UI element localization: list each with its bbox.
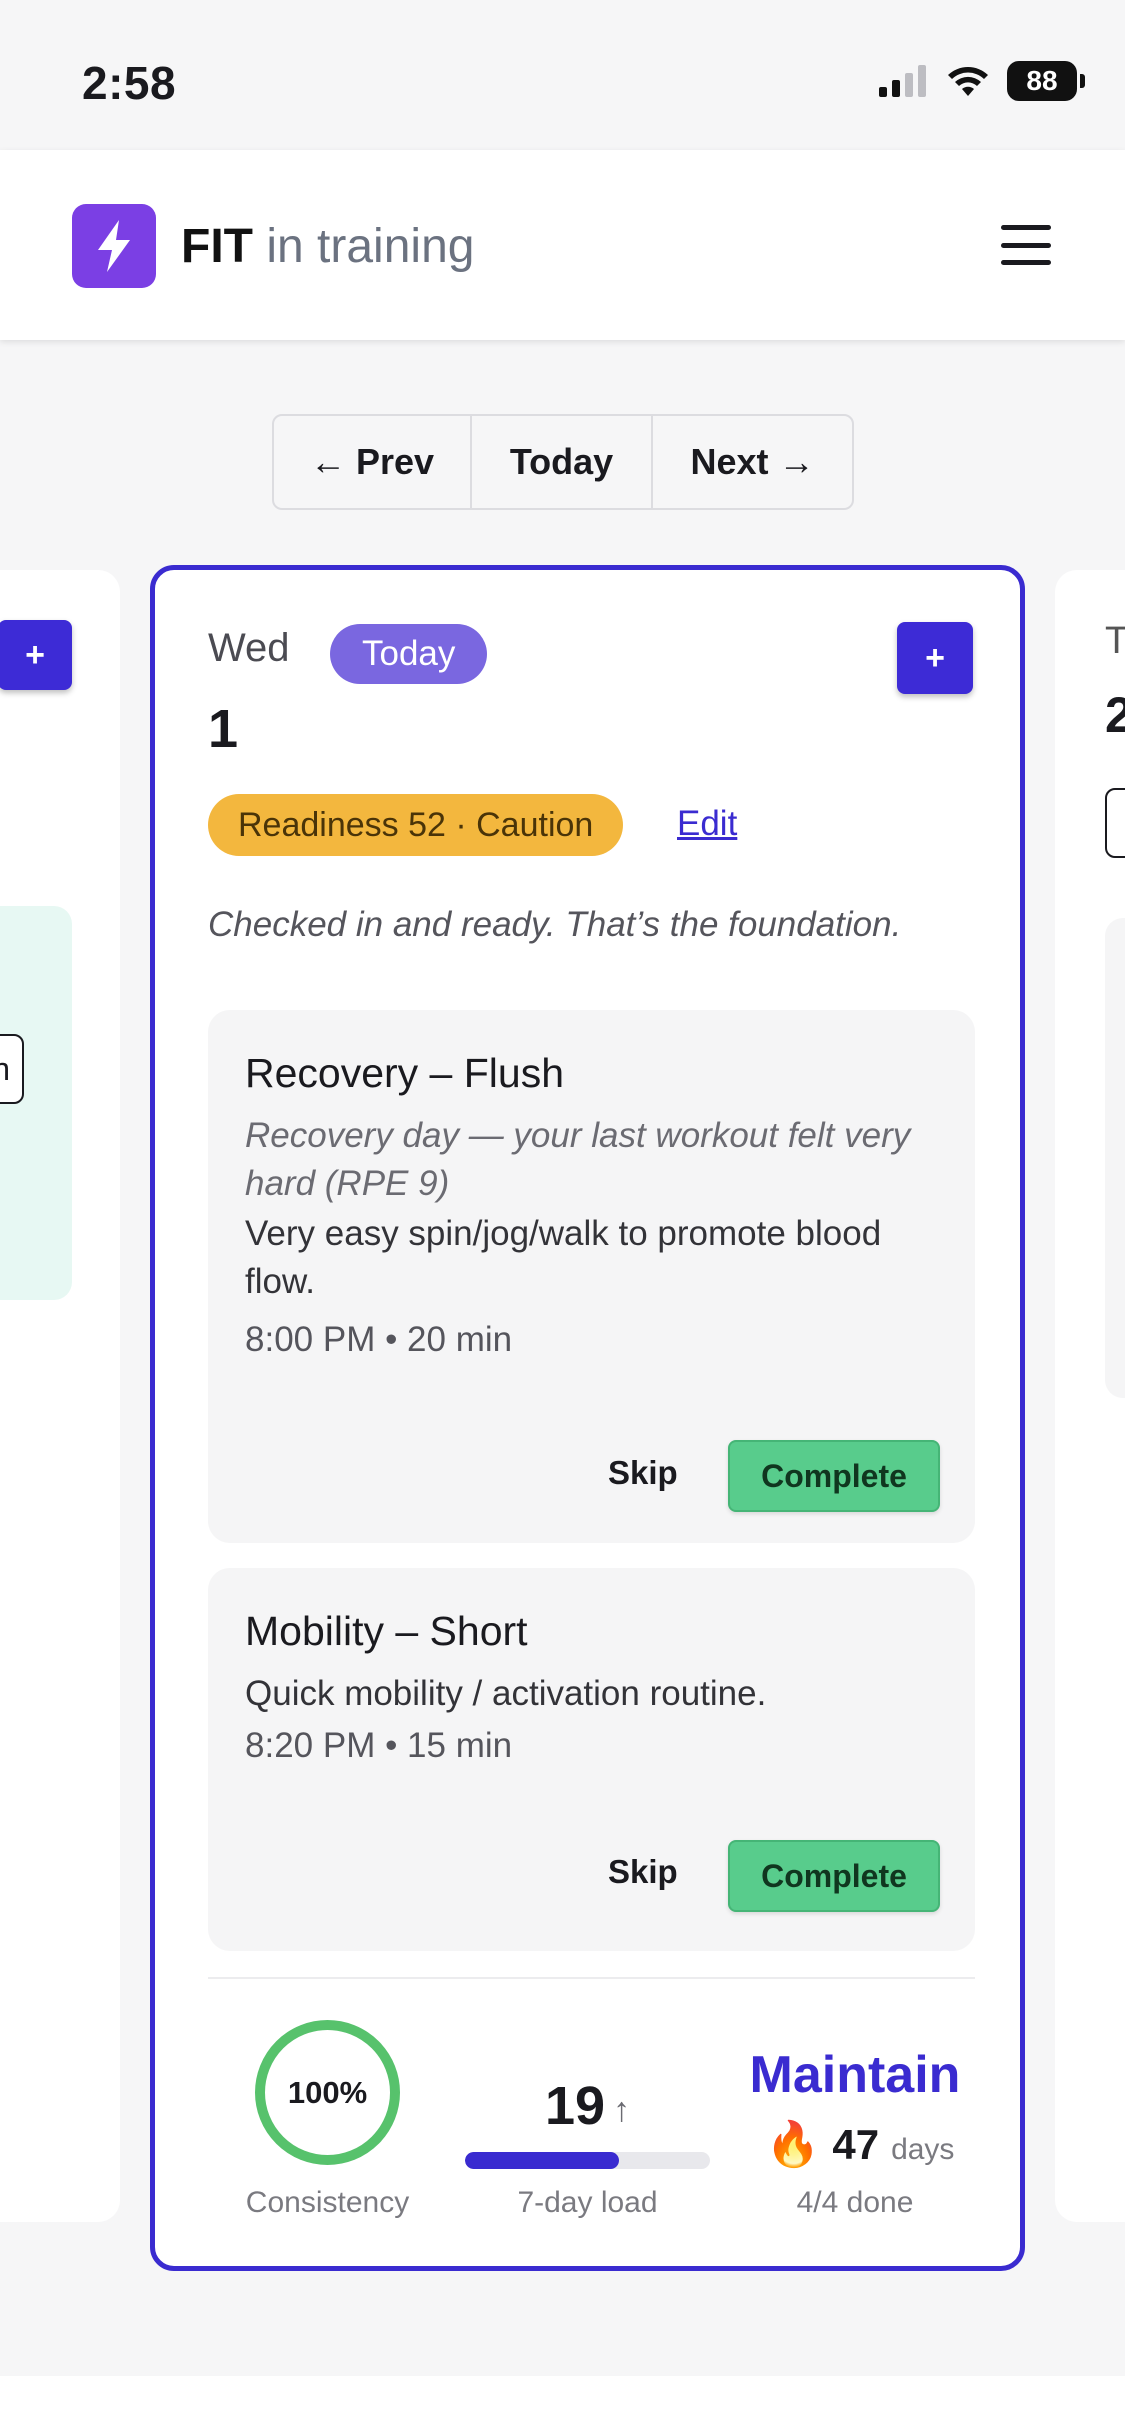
workout-title: Recovery – Flush [245, 1050, 565, 1096]
brand-bold: FIT [181, 220, 253, 273]
load-bar-fill [465, 2152, 620, 2169]
app-header: FIT in training [0, 150, 1125, 340]
day-number: 1 [208, 699, 239, 759]
flame-icon: 🔥 [765, 2120, 821, 2169]
add-workout-button[interactable]: + [897, 622, 973, 694]
status-time: 2:58 [82, 57, 177, 109]
day-card: Wed Today + 1 Readiness 52 · Caution Edi… [150, 565, 1025, 2271]
arrow-up-icon: ↑ [613, 2090, 631, 2129]
app-logo[interactable] [72, 204, 156, 288]
next-day-card[interactable]: T 2 [1055, 570, 1125, 2222]
load-value-row: 19 ↑ [465, 2075, 710, 2137]
brand-light: in training [266, 220, 475, 273]
workout-title: Mobility – Short [245, 1608, 528, 1654]
wifi-icon [948, 67, 988, 96]
done-label: 4/4 done [796, 2186, 914, 2219]
complete-button[interactable]: Complete [728, 1840, 940, 1912]
workout-meta: 8:00 PM • 20 min [245, 1320, 513, 1359]
load-label: 7-day load [517, 2186, 658, 2219]
readiness-badge: Readiness 52 · Caution [208, 794, 624, 856]
previous-day-add-button[interactable]: + [0, 620, 72, 690]
consistency-ring: 100% [255, 2020, 400, 2165]
next-day-number: 2 [1105, 687, 1125, 743]
load-value: 19 [544, 2076, 606, 2136]
next-day-workout[interactable] [1105, 918, 1125, 1398]
workout-card: Mobility – Short Quick mobility / activa… [208, 1568, 975, 1951]
streak-unit: days [891, 2133, 955, 2166]
stats-divider [208, 1977, 975, 1979]
next-button[interactable]: Next → [653, 416, 852, 508]
next-day-chip[interactable] [1105, 788, 1125, 858]
load-bar [465, 2152, 710, 2169]
next-day-dow: T [1105, 620, 1125, 662]
workout-card: Recovery – Flush Recovery day — your las… [208, 1010, 975, 1543]
today-button[interactable]: Today [472, 416, 653, 508]
status-bar: 2:58 88 [0, 0, 1125, 150]
consistency-label: Consistency [245, 2186, 410, 2219]
hamburger-menu-icon[interactable] [1001, 222, 1051, 268]
streak: 🔥 47 days [755, 2118, 965, 2170]
brand-name: FIT in training [181, 220, 474, 274]
skip-button[interactable]: Skip [608, 1853, 678, 1891]
cellular-signal-icon [879, 65, 926, 97]
streak-value: 47 [832, 2121, 880, 2168]
workout-description: Very easy spin/jog/walk to promote blood… [245, 1214, 882, 1301]
status-icons: 88 [879, 58, 1085, 104]
battery-icon: 88 [1007, 61, 1085, 101]
workout-note: Recovery day — your last workout felt ve… [245, 1116, 911, 1203]
lightning-bolt-icon [98, 220, 130, 272]
edit-readiness-link[interactable]: Edit [677, 804, 737, 844]
complete-button[interactable]: Complete [728, 1440, 940, 1512]
workout-description: Quick mobility / activation routine. [245, 1674, 767, 1713]
date-nav: ← Prev Today Next → [272, 414, 854, 510]
today-badge: Today [330, 624, 488, 684]
previous-day-chip[interactable]: n [0, 1034, 24, 1104]
day-of-week: Wed [208, 626, 290, 670]
skip-button[interactable]: Skip [608, 1454, 678, 1492]
training-status: Maintain [749, 2046, 961, 2104]
bottom-bar [0, 2376, 1125, 2436]
workout-meta: 8:20 PM • 15 min [245, 1726, 513, 1765]
prev-button[interactable]: ← Prev [274, 416, 472, 508]
previous-day-card[interactable]: + n [0, 570, 120, 2222]
day-message: Checked in and ready. That’s the foundat… [208, 905, 902, 944]
